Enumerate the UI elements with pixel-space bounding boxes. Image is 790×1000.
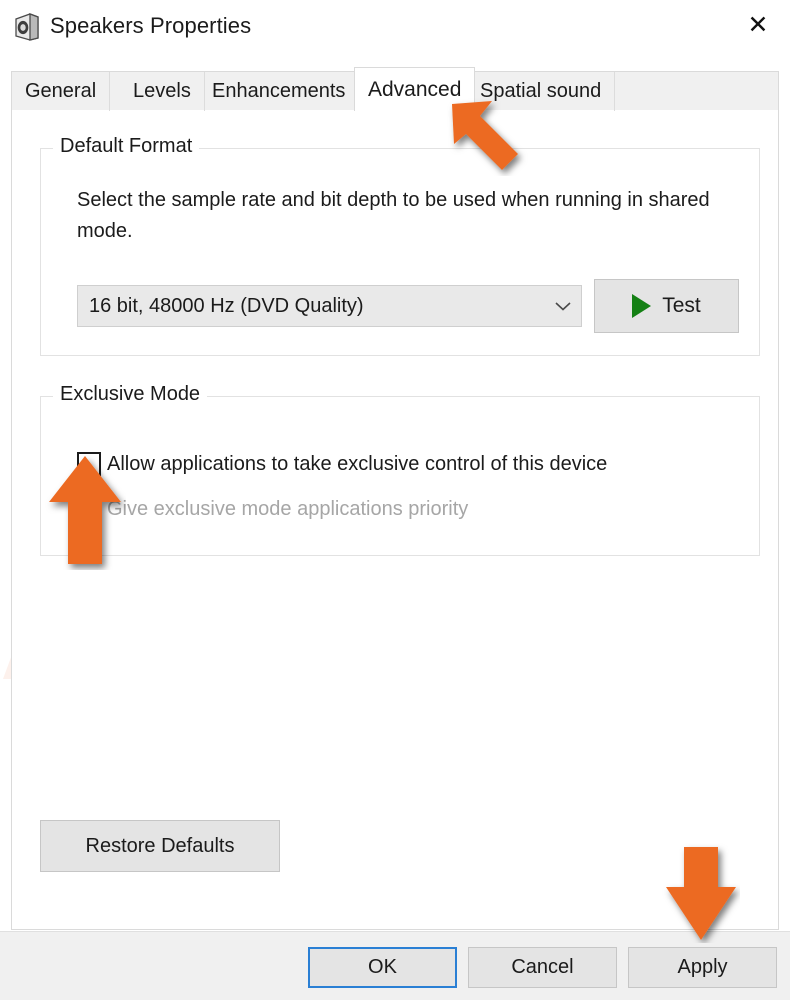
- default-format-description: Select the sample rate and bit depth to …: [77, 189, 710, 242]
- restore-defaults-button[interactable]: Restore Defaults: [40, 820, 280, 872]
- tab-enhancements[interactable]: Enhancements: [199, 72, 360, 111]
- checkbox-exclusive-priority: Give exclusive mode applications priorit…: [77, 497, 468, 521]
- tab-levels[interactable]: Levels: [120, 72, 205, 111]
- tab-label: General: [25, 80, 97, 102]
- tab-label: Enhancements: [212, 80, 346, 102]
- test-button-label: Test: [662, 294, 701, 317]
- title-bar: Speakers Properties ✕: [0, 0, 790, 57]
- ok-button[interactable]: OK: [308, 947, 457, 988]
- sample-rate-dropdown[interactable]: 16 bit, 48000 Hz (DVD Quality): [77, 285, 582, 327]
- ok-button-label: OK: [368, 956, 397, 978]
- tab-page-advanced: Default Format Select the sample rate an…: [11, 110, 779, 930]
- apply-button[interactable]: Apply: [628, 947, 777, 988]
- close-button[interactable]: ✕: [726, 0, 790, 48]
- checkbox-label: Give exclusive mode applications priorit…: [107, 497, 469, 520]
- checkbox-allow-exclusive-control[interactable]: Allow applications to take exclusive con…: [77, 452, 607, 476]
- tab-strip: General Levels Enhancements Advanced Spa…: [11, 67, 779, 111]
- speaker-icon: [14, 13, 40, 41]
- tab-advanced[interactable]: Advanced: [354, 67, 476, 111]
- test-button[interactable]: Test: [594, 279, 739, 333]
- tab-general[interactable]: General: [12, 72, 111, 111]
- speakers-properties-dialog: PC risk.com Speakers Properties ✕ Genera…: [0, 0, 790, 1000]
- restore-defaults-label: Restore Defaults: [85, 834, 235, 857]
- close-icon: ✕: [747, 9, 769, 39]
- window-title: Speakers Properties: [50, 13, 252, 38]
- exclusive-mode-group: Exclusive Mode Allow applications to tak…: [40, 383, 760, 556]
- default-format-legend: Default Format: [53, 135, 200, 158]
- chevron-down-icon: [545, 300, 581, 312]
- apply-button-label: Apply: [677, 956, 728, 978]
- checkbox-label: Allow applications to take exclusive con…: [107, 452, 608, 475]
- cancel-button-label: Cancel: [511, 956, 574, 978]
- default-format-group: Default Format Select the sample rate an…: [40, 135, 760, 356]
- sample-rate-value: 16 bit, 48000 Hz (DVD Quality): [89, 294, 364, 317]
- exclusive-mode-legend: Exclusive Mode: [53, 383, 208, 406]
- checkbox-icon: [77, 497, 101, 521]
- tab-label: Spatial sound: [480, 80, 602, 102]
- play-icon: [632, 294, 652, 318]
- tab-spatial-sound[interactable]: Spatial sound: [467, 72, 616, 111]
- cancel-button[interactable]: Cancel: [468, 947, 617, 988]
- tab-label: Levels: [133, 80, 191, 102]
- checkbox-icon[interactable]: [77, 452, 101, 476]
- tab-label: Advanced: [368, 77, 462, 101]
- dialog-footer: OK Cancel Apply: [0, 931, 790, 1000]
